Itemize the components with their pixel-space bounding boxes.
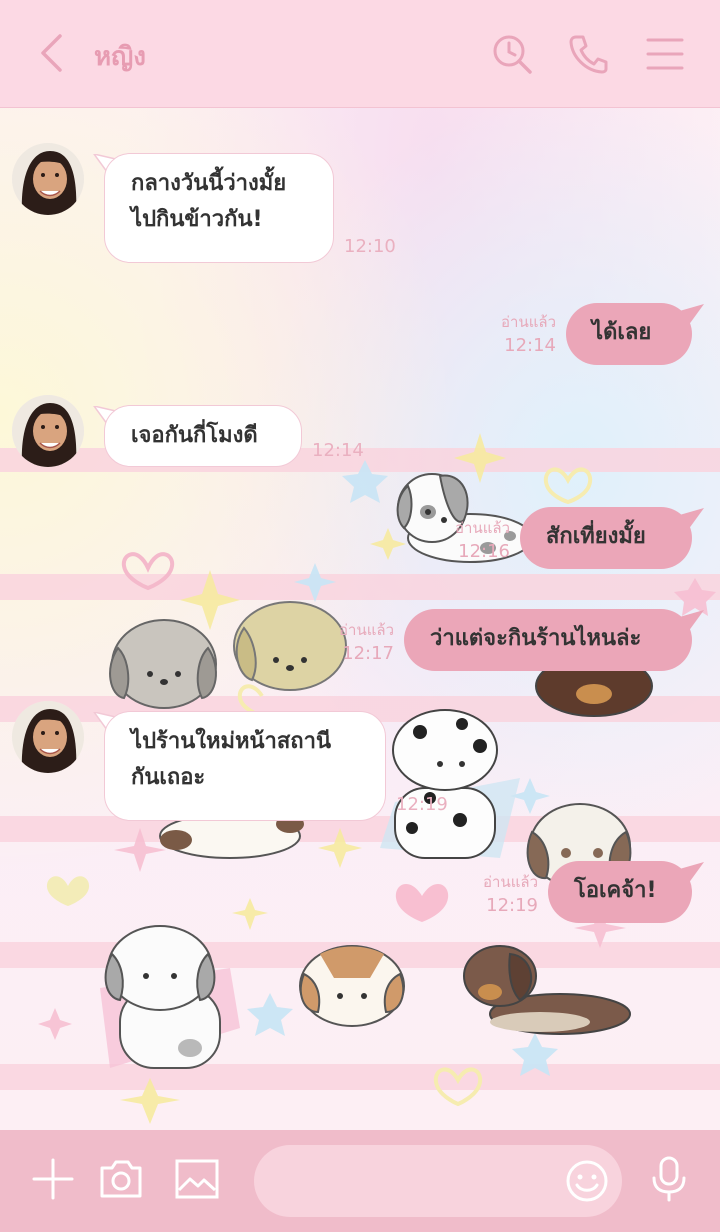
menu-icon[interactable]	[644, 32, 688, 76]
message-text-line: กันเถอะ	[131, 765, 206, 790]
message-text-line: เจอกันกี่โมงดี	[131, 423, 258, 448]
message-meta: อ่านแล้ว 12:19	[452, 870, 538, 918]
message-time: 12:14	[312, 440, 364, 461]
message-bubble[interactable]: ไปร้านใหม่หน้าสถานี กันเถอะ	[104, 711, 386, 821]
microphone-icon[interactable]	[644, 1154, 694, 1204]
puppy-illustration	[463, 945, 631, 1035]
message-bubble[interactable]: เจอกันกี่โมงดี	[104, 405, 302, 467]
plus-icon[interactable]	[28, 1154, 78, 1204]
read-receipt: อ่านแล้ว	[483, 873, 538, 891]
message-text-line: ไปร้านใหม่หน้าสถานี	[131, 729, 332, 754]
emoji-icon[interactable]	[564, 1158, 610, 1204]
search-clock-icon[interactable]	[490, 32, 534, 76]
avatar-portrait-icon	[12, 395, 84, 467]
read-receipt: อ่านแล้ว	[455, 519, 510, 537]
message-bubble[interactable]: โอเคจ้า!	[548, 861, 692, 923]
puppy-illustration	[100, 925, 240, 1069]
message-meta: อ่านแล้ว 12:16	[424, 516, 510, 564]
message-meta: อ่านแล้ว 12:17	[308, 618, 394, 666]
message-text-line: กลางวันนี้ว่างมั้ย	[131, 171, 287, 196]
message-bubble[interactable]: สักเที่ยงมั้ย	[520, 507, 692, 569]
message-time: 12:17	[342, 643, 394, 664]
puppy-illustration	[299, 945, 405, 1027]
message-time: 12:16	[458, 541, 510, 562]
composer-bar	[0, 1130, 720, 1232]
image-icon[interactable]	[172, 1154, 222, 1204]
avatar[interactable]	[12, 701, 84, 773]
message-time: 12:19	[486, 895, 538, 916]
avatar[interactable]	[12, 395, 84, 467]
puppy-illustration	[380, 709, 520, 859]
message-time: 12:10	[344, 236, 396, 257]
chat-title: หญิง	[94, 42, 146, 72]
avatar[interactable]	[12, 143, 84, 215]
message-text-line: ไปกินข้าวกัน!	[131, 207, 263, 232]
phone-icon[interactable]	[566, 32, 610, 76]
chat-area[interactable]: กลางวันนี้ว่างมั้ย ไปกินข้าวกัน! 12:10 อ…	[0, 108, 720, 1130]
message-meta: อ่านแล้ว 12:14	[470, 310, 556, 358]
message-bubble[interactable]: ว่าแต่จะกินร้านไหนล่ะ	[404, 609, 692, 671]
message-bubble[interactable]: ได้เลย	[566, 303, 692, 365]
message-time: 12:14	[504, 335, 556, 356]
read-receipt: อ่านแล้ว	[501, 313, 556, 331]
avatar-portrait-icon	[12, 701, 84, 773]
message-time: 12:19	[396, 794, 448, 815]
puppy-illustration	[109, 619, 217, 709]
message-bubble[interactable]: กลางวันนี้ว่างมั้ย ไปกินข้าวกัน!	[104, 153, 334, 263]
back-icon[interactable]	[30, 30, 74, 76]
read-receipt: อ่านแล้ว	[339, 621, 394, 639]
avatar-portrait-icon	[12, 143, 84, 215]
chat-header: หญิง	[0, 0, 720, 108]
camera-icon[interactable]	[96, 1154, 146, 1204]
